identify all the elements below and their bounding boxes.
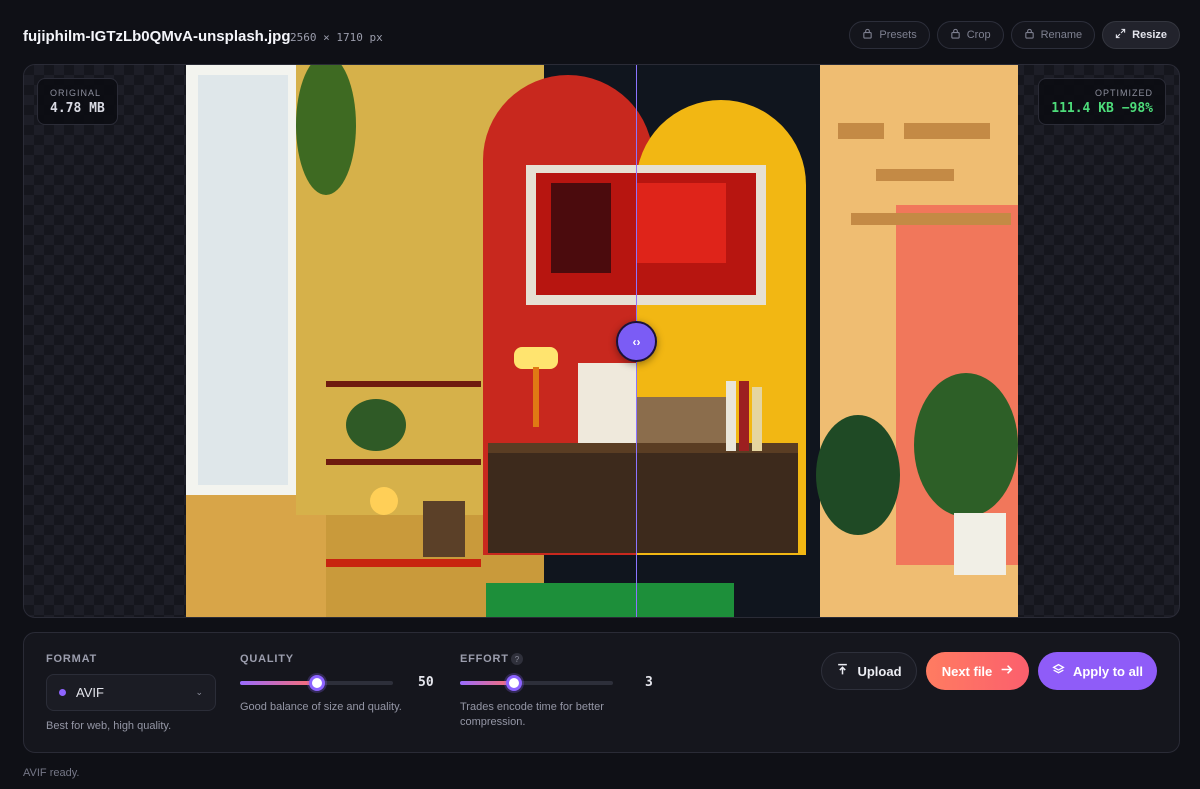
format-select[interactable]: AVIF ⌄ [46, 674, 216, 711]
lock-icon [862, 28, 873, 42]
resize-button[interactable]: Resize [1102, 21, 1180, 49]
effort-label: EFFORT [460, 653, 509, 665]
format-label: FORMAT [46, 653, 98, 665]
apply-to-all-button[interactable]: Apply to all [1038, 652, 1157, 690]
apply-to-all-label: Apply to all [1072, 663, 1144, 679]
rename-button[interactable]: Rename [1010, 21, 1096, 49]
quality-thumb[interactable] [308, 675, 325, 691]
effort-slider[interactable] [460, 675, 613, 691]
format-hint: Best for web, high quality. [46, 720, 172, 732]
layers-icon [1052, 663, 1065, 679]
quality-fill [240, 681, 317, 685]
crop-label: Crop [966, 29, 991, 41]
original-size-card: ORIGINAL 4.78 MB [37, 78, 118, 125]
chevrons-icon: ‹› [632, 334, 641, 349]
rename-label: Rename [1040, 29, 1083, 41]
optimized-label: OPTIMIZED [1095, 88, 1153, 98]
quality-value: 50 [418, 675, 434, 690]
header: fujiphilm-IGTzLb0QMvA-unsplash.jpg 2560 … [0, 0, 1200, 64]
effort-hint-2: compression. [460, 716, 526, 728]
lock-icon [1024, 28, 1035, 42]
quality-label: QUALITY [240, 653, 294, 665]
effort-thumb[interactable] [505, 675, 522, 691]
quality-slider[interactable] [240, 675, 393, 691]
next-file-label: Next file [941, 663, 993, 679]
original-size: 4.78 MB [50, 101, 105, 116]
arrow-right-icon [1000, 663, 1013, 679]
format-value: AVIF [76, 685, 104, 700]
crop-button[interactable]: Crop [936, 21, 1004, 49]
image-dimensions: 2560 × 1710 px [290, 31, 383, 44]
effort-value: 3 [645, 675, 653, 690]
effort-hint-1: Trades encode time for better [460, 701, 604, 713]
upload-icon [836, 663, 849, 679]
toolbar: Presets Crop Rename Resize [849, 21, 1180, 49]
chevron-down-icon: ⌄ [195, 687, 203, 697]
info-icon[interactable]: ? [511, 653, 523, 665]
photo-preview [186, 65, 1018, 617]
format-dot-icon [59, 689, 66, 696]
compare-handle[interactable]: ‹› [616, 321, 657, 362]
original-label: ORIGINAL [50, 88, 102, 98]
next-file-button[interactable]: Next file [926, 652, 1029, 690]
upload-button[interactable]: Upload [821, 652, 917, 690]
presets-button[interactable]: Presets [849, 21, 930, 49]
quality-hint: Good balance of size and quality. [240, 701, 402, 713]
optimized-size-card: OPTIMIZED 111.4 KB −98% [1038, 78, 1166, 125]
presets-label: Presets [879, 29, 917, 41]
image-compare-viewer[interactable]: ORIGINAL 4.78 MB OPTIMIZED 111.4 KB −98%… [23, 64, 1180, 618]
room-photo [186, 65, 1018, 617]
status-text: AVIF ready. [23, 767, 80, 779]
expand-icon [1115, 28, 1126, 42]
file-name: fujiphilm-IGTzLb0QMvA-unsplash.jpg [23, 28, 291, 45]
settings-panel: FORMAT AVIF ⌄ Best for web, high quality… [23, 632, 1180, 753]
resize-label: Resize [1132, 29, 1167, 41]
upload-label: Upload [857, 663, 902, 679]
optimized-size: 111.4 KB −98% [1051, 101, 1153, 116]
lock-icon [950, 28, 961, 42]
